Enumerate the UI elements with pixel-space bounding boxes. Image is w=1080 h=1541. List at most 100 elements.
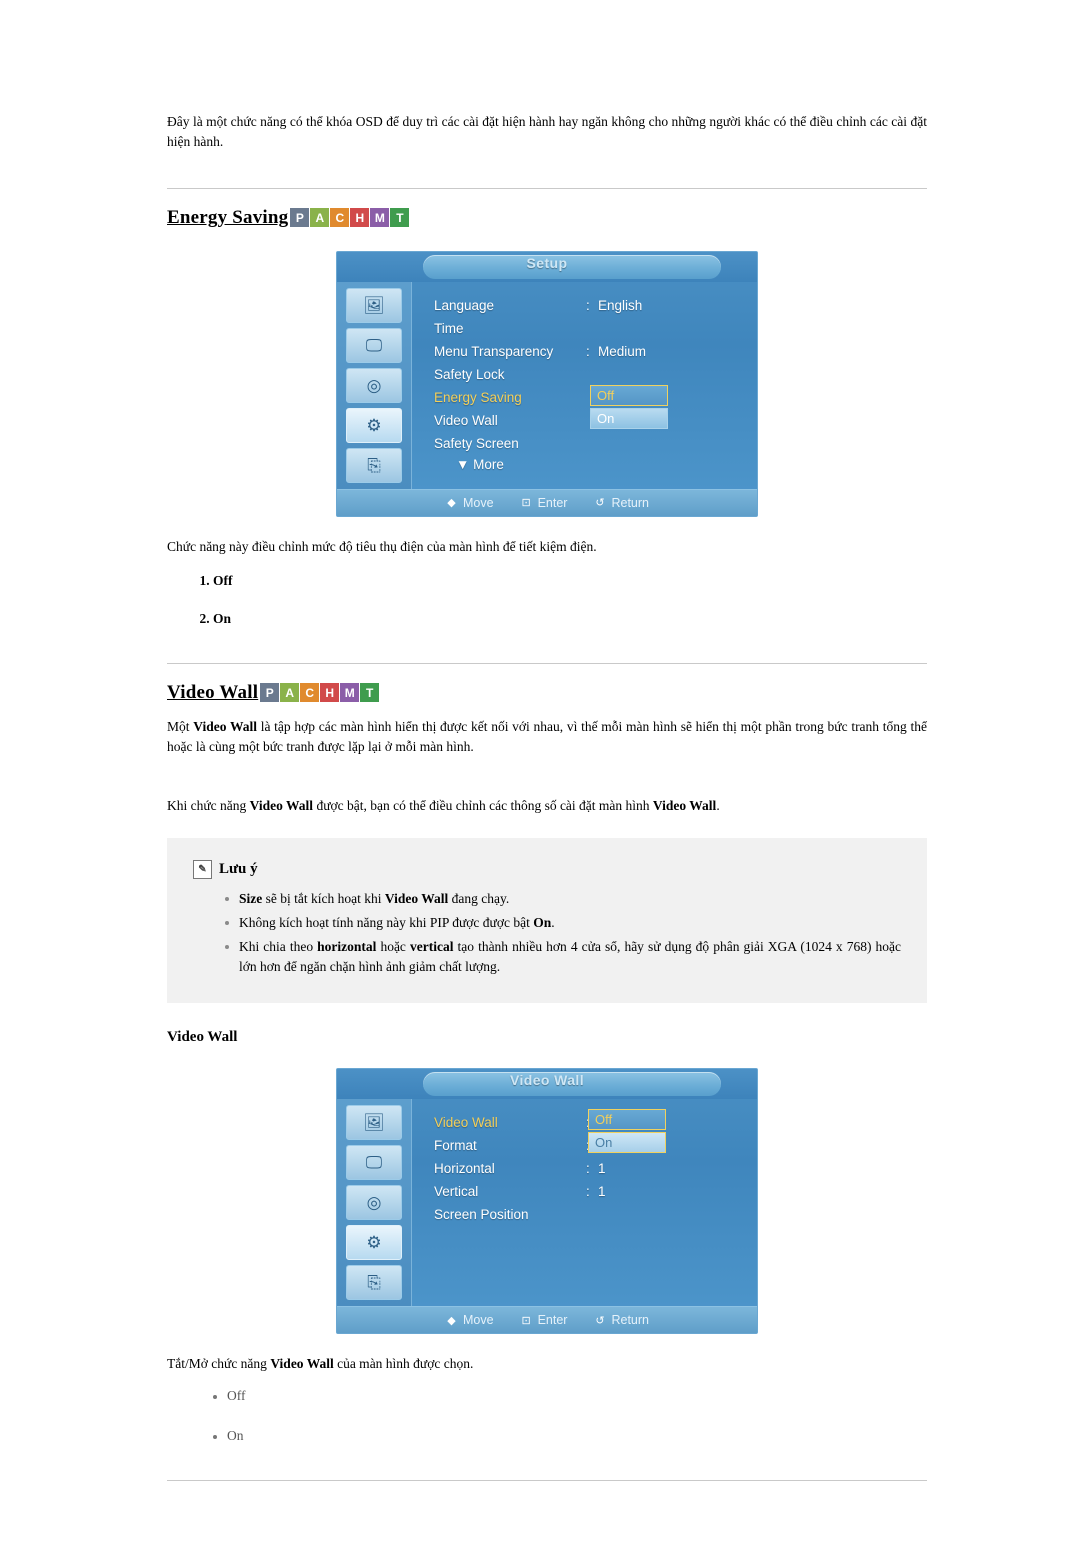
text-fragment: Không kích hoạt tính năng này khi PIP đư… — [239, 915, 534, 930]
picture-icon: 🖼 — [346, 287, 402, 323]
osd-footer-move: ◆ Move — [445, 1313, 494, 1327]
video-wall-title: Video Wall — [167, 681, 259, 703]
osd-row-colon: : — [586, 1161, 590, 1176]
osd-row-colon: : — [586, 1184, 590, 1199]
section-heading-energy-saving: Energy Saving P A C H M T — [167, 207, 927, 229]
badge-letter-c: C — [300, 683, 321, 702]
osd-row-label: Horizontal — [434, 1161, 495, 1176]
osd-row-safety-lock: Safety Lock — [434, 363, 757, 386]
badge-letter-a: A — [310, 208, 331, 227]
osd-popup-option-on: On — [588, 1132, 666, 1153]
subheading-video-wall: Video Wall — [167, 1029, 238, 1045]
badge-letter-m: M — [340, 683, 361, 702]
text-bold: Video Wall — [193, 719, 257, 734]
osd-row-label: Menu Transparency — [434, 343, 554, 359]
list-item: On — [213, 611, 927, 627]
multicontrol-icon: ⎘ — [346, 447, 402, 483]
video-wall-paragraph-2: Khi chức năng Video Wall được bật, bạn c… — [167, 796, 927, 816]
note-items: Size sẽ bị tắt kích hoạt khi Video Wall … — [193, 889, 901, 977]
text-fragment: Tắt/Mở chức năng — [167, 1356, 271, 1371]
osd-image-setup-wrap: Setup 🖼 🖵 ◎ ⚙ ⎘ Language : English Time … — [167, 250, 927, 517]
osd-row-time: Time — [434, 317, 757, 340]
osd-videowall-menu: Video Wall : Format : Horizontal : 1 — [412, 1099, 757, 1306]
osd-row-safety-screen: Safety Screen — [434, 432, 757, 455]
text-bold: On — [533, 915, 552, 930]
osd-popup-option-off: Off — [590, 384, 668, 406]
badge-letter-t: T — [390, 208, 410, 227]
screen-icon: 🖵 — [346, 1145, 402, 1180]
badge-letter-p: P — [290, 208, 311, 227]
osd-row-horizontal: Horizontal : 1 — [434, 1157, 757, 1180]
badge-letter-t: T — [360, 683, 380, 702]
osd-row-label: Safety Screen — [434, 435, 519, 451]
multicontrol-icon: ⎘ — [346, 1265, 402, 1300]
osd-videowall-body: 🖼 🖵 ◎ ⚙ ⎘ Video Wall : Format : — [337, 1099, 757, 1306]
video-wall-paragraph-1: Một Video Wall là tập hợp các màn hình h… — [167, 717, 927, 757]
badge-letter-h: H — [320, 683, 341, 702]
section-heading-video-wall: Video Wall P A C H M T — [167, 682, 927, 704]
list-item: Khi chia theo horizontal hoặc vertical t… — [225, 937, 901, 977]
note-title-text: Lưu ý — [219, 861, 258, 877]
text-bold: Video Wall — [384, 891, 449, 906]
osd-footer-label: Enter — [537, 495, 568, 510]
osd-row-colon: : — [586, 297, 590, 313]
text-fragment: hoặc — [376, 939, 410, 954]
return-icon: ↺ — [595, 497, 605, 509]
osd-footer-return: ↺ Return — [593, 496, 649, 510]
osd-row-label: Safety Lock — [434, 366, 505, 382]
text-fragment: Khi chức năng — [167, 798, 250, 813]
text-bold: Size — [239, 891, 263, 906]
osd-more-label: ▼ More — [456, 456, 504, 472]
text-bold: Video Wall — [270, 1356, 334, 1371]
osd-image-setup: Setup 🖼 🖵 ◎ ⚙ ⎘ Language : English Time … — [336, 250, 758, 517]
osd-footer-label: Move — [463, 495, 494, 510]
note-title: ✎ Lưu ý — [193, 860, 901, 879]
osd-row-vertical: Vertical : 1 — [434, 1180, 757, 1203]
badge-letter-c: C — [330, 208, 351, 227]
setup-gear-icon: ⚙ — [346, 1225, 402, 1260]
text-bold: Video Wall — [652, 798, 717, 813]
sound-icon: ◎ — [346, 367, 402, 403]
osd-row-value: 1 — [598, 1161, 606, 1176]
text-fragment: được bật, bạn có thể điều chỉnh các thôn… — [313, 798, 653, 813]
text-fragment: . — [551, 915, 555, 930]
badge-letter-h: H — [350, 208, 371, 227]
osd-footer-enter: ⊡ Enter — [520, 1313, 567, 1327]
energy-saving-title: Energy Saving — [167, 206, 289, 228]
note-icon: ✎ — [193, 860, 212, 879]
screen-icon: 🖵 — [346, 327, 402, 363]
text-fragment: đang chạy. — [448, 891, 510, 906]
osd-footer-move: ◆ Move — [445, 495, 494, 510]
list-item: Không kích hoạt tính năng này khi PIP đư… — [225, 913, 901, 933]
osd-row-label: Vertical — [434, 1184, 479, 1199]
osd-videowall-iconcolumn: 🖼 🖵 ◎ ⚙ ⎘ — [337, 1099, 412, 1306]
divider-1 — [167, 187, 927, 189]
video-wall-options: Off On — [167, 1388, 927, 1444]
osd-row-label: Video Wall — [434, 412, 498, 428]
osd-row-value: English — [598, 297, 643, 313]
note-box: ✎ Lưu ý Size sẽ bị tắt kích hoạt khi Vid… — [167, 838, 927, 1003]
osd-row-value: 1 — [598, 1184, 606, 1199]
text-bold: horizontal — [317, 939, 377, 954]
divider-2 — [167, 662, 927, 664]
list-item: Size sẽ bị tắt kích hoạt khi Video Wall … — [225, 889, 901, 909]
osd-setup-titlebar: Setup — [337, 251, 757, 282]
page-content: Đây là một chức năng có thể khóa OSD để … — [167, 14, 927, 1523]
osd-row-label: Energy Saving — [434, 389, 522, 405]
text-fragment: Khi chia theo — [239, 939, 318, 954]
osd-videowall-titlebar: Video Wall — [337, 1069, 757, 1099]
text-bold: Video Wall — [249, 798, 314, 813]
osd-footer-label: Move — [463, 1313, 494, 1327]
divider-3 — [167, 1479, 927, 1481]
osd-row-label: Screen Position — [434, 1207, 529, 1222]
osd-row-screen-position: Screen Position — [434, 1203, 757, 1226]
text-fragment: Một — [167, 719, 194, 734]
pachmt-badge-videowall: P A C H M T — [260, 683, 380, 702]
sound-icon: ◎ — [346, 1185, 402, 1220]
document-page: Đây là một chức năng có thể khóa OSD để … — [0, 14, 1080, 1541]
text-fragment: của màn hình được chọn. — [333, 1356, 474, 1371]
osd-row-label: Format — [434, 1138, 477, 1153]
badge-letter-p: P — [260, 683, 281, 702]
osd-popup-option-off: Off — [588, 1109, 666, 1130]
enter-icon: ⊡ — [521, 1314, 531, 1327]
